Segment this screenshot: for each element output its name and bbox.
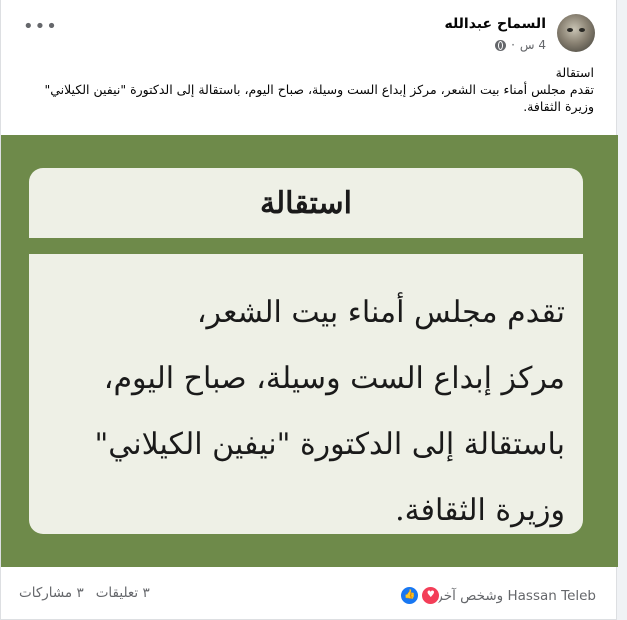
- avatar-eye: [567, 28, 573, 32]
- image-title: استقالة: [259, 185, 353, 221]
- post-header: ••• السماح عبدالله 4 س ·: [1, 0, 616, 60]
- reaction-icons: 👍 ♥: [399, 585, 442, 606]
- comments-count[interactable]: ٣ تعليقات: [96, 585, 150, 601]
- image-line: مركز إبداع الست وسيلة، صباح اليوم،: [103, 361, 565, 396]
- post-meta: 4 س ·: [495, 38, 546, 52]
- meta-separator: ·: [511, 38, 515, 52]
- image-line: باستقالة إلى الدكتورة "نيفين الكيلاني": [94, 427, 565, 462]
- author-name[interactable]: السماح عبدالله: [444, 16, 546, 32]
- caption-title: استقالة: [555, 65, 594, 80]
- engagement-counts: ٣ تعليقات ٣ مشاركات: [19, 585, 150, 601]
- post-caption: استقالة تقدم مجلس أمناء بيت الشعر، مركز …: [14, 64, 594, 115]
- post-image[interactable]: استقالة تقدم مجلس أمناء بيت الشعر، مركز …: [1, 135, 618, 567]
- like-reaction-icon: 👍: [399, 585, 421, 606]
- image-body-panel: تقدم مجلس أمناء بيت الشعر، مركز إبداع ال…: [29, 254, 583, 534]
- image-title-panel: استقالة: [29, 168, 583, 238]
- reactors-text[interactable]: Hassan Teleb وشخص آخر: [436, 588, 596, 604]
- reactions-summary[interactable]: 👍 ♥ Hassan Teleb وشخص آخر: [393, 585, 596, 606]
- post-time[interactable]: 4 س: [520, 38, 546, 52]
- post-card: ••• السماح عبدالله 4 س · استقالة تقدم مج…: [0, 0, 618, 620]
- shares-count[interactable]: ٣ مشاركات: [19, 585, 84, 601]
- avatar[interactable]: [557, 14, 595, 52]
- globe-icon[interactable]: [495, 39, 507, 51]
- post-footer: 👍 ♥ Hassan Teleb وشخص آخر ٣ تعليقات ٣ مش…: [1, 567, 616, 620]
- more-options-icon[interactable]: •••: [23, 18, 58, 36]
- caption-body: تقدم مجلس أمناء بيت الشعر، مركز إبداع ال…: [44, 82, 594, 114]
- avatar-eye: [579, 28, 585, 32]
- image-line: تقدم مجلس أمناء بيت الشعر،: [196, 295, 565, 330]
- image-line: وزيرة الثقافة.: [395, 493, 565, 528]
